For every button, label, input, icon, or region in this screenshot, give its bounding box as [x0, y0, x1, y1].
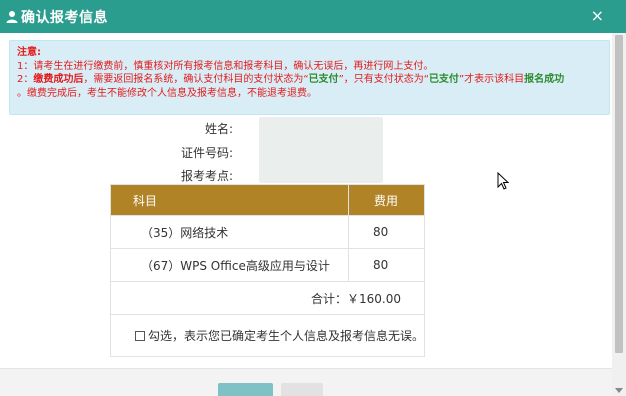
scroll-down-arrow-icon[interactable]: [615, 388, 623, 393]
name-label: 姓名:: [204, 122, 233, 136]
notice-line-2-part-3: ”才表示该科目: [458, 74, 525, 85]
notice-status-paid-2: 已支付: [428, 74, 459, 85]
confirm-cell: 勾选，表示您已确定考生个人信息及报考信息无误。: [110, 314, 425, 357]
cancel-button[interactable]: [281, 383, 323, 396]
scrollbar-thumb[interactable]: [615, 35, 623, 353]
notice-line-3: 。缴费完成后，考生不能修改个人信息及报考信息，不能退考退费。: [17, 87, 317, 99]
dialog-header: 确认报考信息 ×: [0, 0, 626, 33]
confirm-checkbox-label[interactable]: 勾选，表示您已确定考生个人信息及报考信息无误。: [148, 329, 424, 343]
notice-box: 注意: 1：请考生在进行缴费前，慎重核对所有报考信息和报考科目，确认无误后，再进…: [9, 40, 610, 115]
confirm-row: 勾选，表示您已确定考生个人信息及报考信息无误。: [110, 314, 425, 357]
notice-status-paid: 已支付: [308, 74, 339, 85]
table-row: （67）WPS Office高级应用与设计 80: [110, 248, 425, 282]
table-row: （35）网络技术 80: [110, 215, 425, 249]
confirm-checkbox[interactable]: [135, 331, 145, 341]
notice-line-1: 1：请考生在进行缴费前，慎重核对所有报考信息和报考科目，确认无误后，再进行网上支…: [17, 60, 434, 72]
notice-line-2-part-1: ，需要返回报名系统，确认支付科目的支付状态为“: [83, 74, 309, 85]
table-header-row: 科目 费用: [110, 184, 425, 216]
close-icon[interactable]: ×: [591, 7, 604, 25]
subject-cell: （67）WPS Office高级应用与设计: [110, 248, 349, 282]
subject-cell: （35）网络技术: [110, 215, 349, 249]
notice-line-2-prefix: 2：: [17, 74, 34, 85]
notice-registration-success: 报名成功: [524, 74, 565, 85]
notice-heading: 注意:: [17, 47, 41, 58]
scrollbar[interactable]: [612, 33, 626, 396]
total-row: 合计：￥160.00: [110, 281, 425, 315]
fee-cell: 80: [348, 215, 425, 249]
confirm-registration-dialog: 确认报考信息 × 注意: 1：请考生在进行缴费前，慎重核对所有报考信息和报考科目…: [0, 0, 626, 396]
exam-site-label: 报考考点:: [180, 169, 233, 183]
personal-info-values: [259, 117, 383, 183]
dialog-title: 确认报考信息: [21, 9, 108, 26]
course-table: 科目 费用 （35）网络技术 80 （67）WPS Office高级应用与设计 …: [110, 184, 425, 357]
notice-payment-success: 缴费成功后: [33, 74, 84, 85]
mouse-cursor-icon: [497, 171, 510, 193]
id-number-label: 证件号码:: [180, 146, 233, 160]
total-amount: 合计：￥160.00: [110, 281, 425, 315]
notice-line-2: 2：缴费成功后，需要返回报名系统，确认支付科目的支付状态为“已支付”，只有支付状…: [17, 73, 602, 87]
fee-column-header: 费用: [348, 184, 425, 216]
fee-cell: 80: [348, 248, 425, 282]
subject-column-header: 科目: [110, 184, 349, 216]
notice-line-2-part-2: ”，只有支付状态为“: [338, 74, 429, 85]
confirm-button[interactable]: [218, 383, 273, 396]
user-icon: [6, 10, 18, 24]
